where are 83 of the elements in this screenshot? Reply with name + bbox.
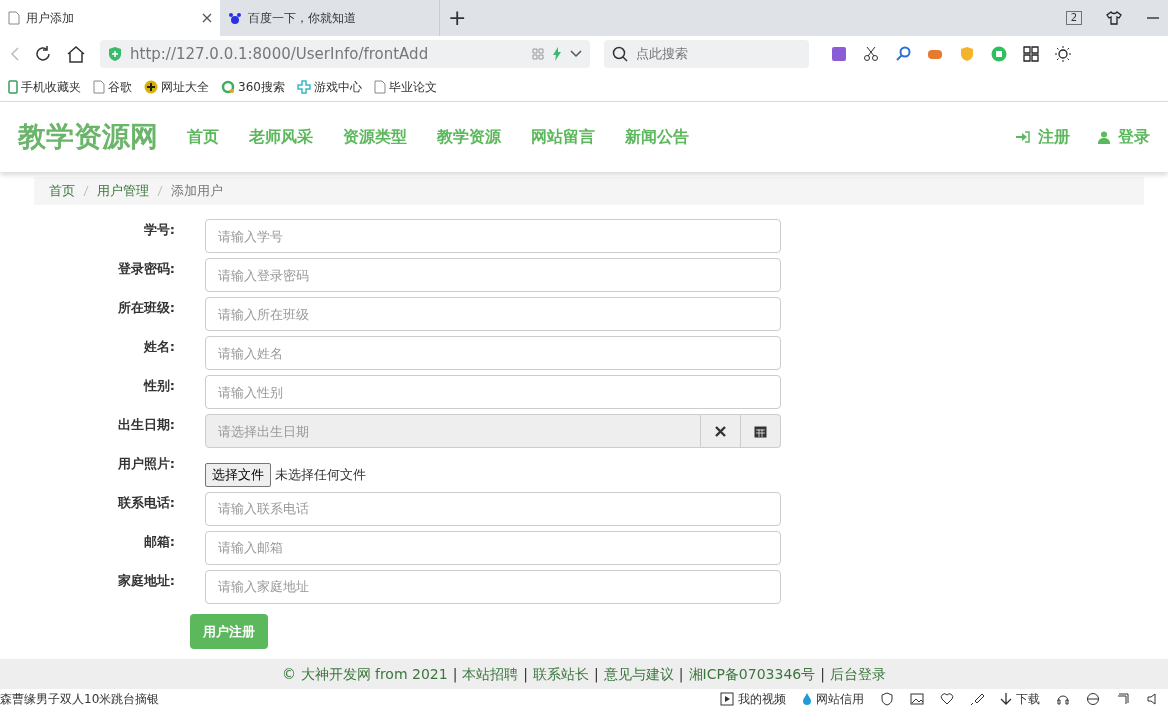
bookmark-link[interactable]: 360搜索 [221,77,285,96]
shield-icon[interactable] [880,692,894,706]
search-box[interactable]: 点此搜索 [604,40,809,68]
plus-circle-icon [144,79,158,94]
status-item[interactable]: 网站信用 [802,690,864,708]
field-label: 姓名: [142,338,175,356]
input-field[interactable]: 请输入家庭地址 [205,569,781,604]
page-icon [8,11,20,25]
page-icon [373,79,386,94]
field-label: 出生日期: [116,416,175,434]
breadcrumb-link[interactable]: 首页 [49,181,75,201]
bookmark-link[interactable]: 谷歌 [93,77,132,96]
grid-icon[interactable] [1023,46,1039,62]
status-item[interactable]: 我的视频 [720,690,786,708]
download-button[interactable]: 下载 [1000,690,1040,708]
shield-icon [108,46,122,62]
footer-separator: | [594,664,599,685]
magnifier-icon[interactable] [895,46,911,62]
reload-icon[interactable] [34,45,52,63]
clear-button[interactable] [701,414,741,448]
search-icon [612,46,628,62]
footer-separator: | [678,664,684,685]
input-field[interactable]: 请输入登录密码 [205,258,781,292]
field-label: 所在班级: [116,299,175,317]
field-label: 联系电话: [116,493,175,512]
image-icon[interactable] [910,692,924,706]
input-field[interactable]: 请输入姓名 [205,336,781,370]
calendar-icon [754,424,767,438]
sign-in-icon [1016,131,1030,143]
new-tab-button[interactable]: + [448,7,467,29]
field-label: 邮箱: [142,532,175,551]
footer-link[interactable]: 后台登录 [829,663,886,685]
phone-icon [8,79,18,94]
chevron-down-icon[interactable] [570,50,582,58]
input-field[interactable]: 请输入性别 [205,375,781,409]
tab-count[interactable]: 2 [1065,11,1082,25]
footer-separator: | [820,664,825,685]
footer-link[interactable]: 联系站长 [533,663,590,685]
headset-icon[interactable] [1056,692,1070,706]
cross-icon [296,79,311,94]
input-field[interactable]: 请输入学号 [205,219,781,253]
close-icon[interactable] [202,13,212,23]
field-label: 用户照片: [116,455,175,473]
choose-file-button[interactable]: 选择文件 [205,463,271,487]
input-field[interactable]: 请输入所在班级 [205,297,781,331]
bookmark-link[interactable]: 毕业论文 [373,77,437,96]
bookmark-link[interactable]: 网址大全 [144,77,209,96]
slash-icon [157,185,163,197]
copyright-text: © 大神开发网 from 2021 [282,664,448,684]
scissors-icon[interactable] [863,46,879,62]
download-icon [1000,692,1012,706]
field-label: 学号: [142,221,175,239]
field-label: 性别: [142,377,175,395]
home-icon[interactable] [66,45,86,63]
field-label: 登录密码: [116,260,175,278]
input-field[interactable]: 请输入邮箱 [205,530,781,565]
shirt-icon[interactable] [1106,11,1122,25]
footer-separator: | [452,664,458,685]
file-status: 未选择任何文件 [275,466,366,484]
close-icon [715,425,726,437]
field-label: 家庭地址: [116,571,175,590]
drop-icon [802,692,812,706]
footer-link[interactable]: 湘ICP备0703346号 [688,663,816,685]
bookmark-link[interactable]: 游戏中心 [296,77,362,96]
paw-icon [228,11,242,25]
footer-separator: | [523,664,529,685]
news-ticker[interactable]: 森曹缘男子双人10米跳台摘银 [0,690,160,708]
browser-tab[interactable]: 用户添加 [0,0,220,36]
play-icon [720,692,734,706]
user-icon [1098,130,1110,144]
calendar-button[interactable] [741,414,781,448]
address-bar[interactable]: http://127.0.0.1:8000/UserInfo/frontAdd [100,40,590,68]
footer-link[interactable]: 本站招聘 [462,663,519,685]
footer-link[interactable]: 意见与建议 [603,663,674,685]
ring-icon [221,79,235,94]
breadcrumb-link[interactable]: 用户管理 [97,181,149,201]
bookmark-link[interactable]: 手机收藏夹 [8,77,81,96]
input-field[interactable]: 请输入联系电话 [205,491,781,526]
slash-icon [83,185,89,197]
page-icon [93,79,105,94]
search-field[interactable]: 点此搜索 [634,43,794,65]
heart-icon[interactable] [940,692,954,706]
sun-icon[interactable] [1055,46,1071,62]
